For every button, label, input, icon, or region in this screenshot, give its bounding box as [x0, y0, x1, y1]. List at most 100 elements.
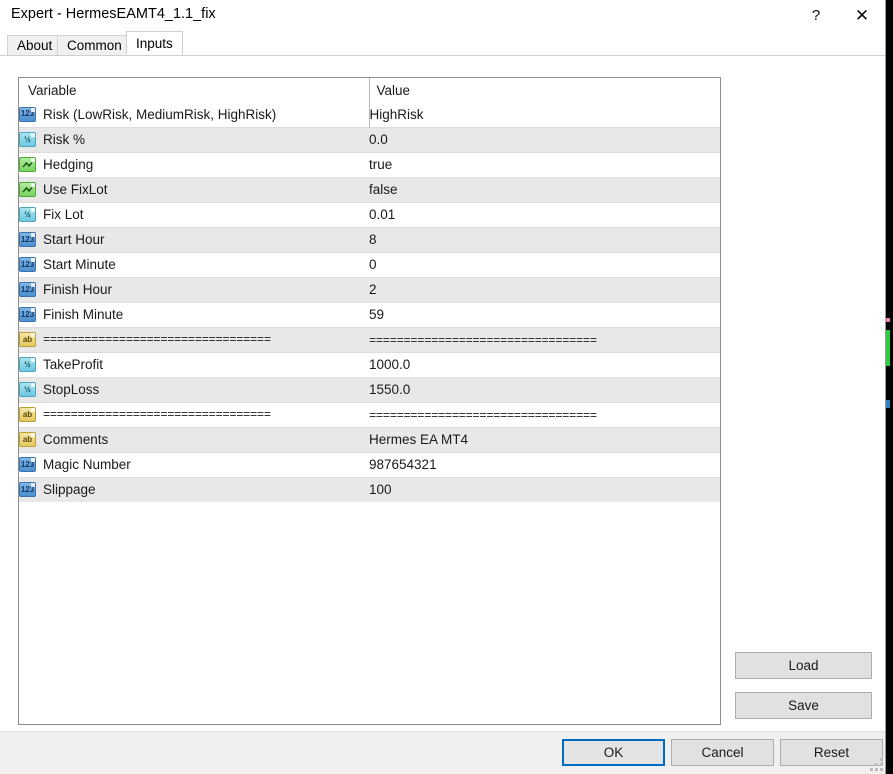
bool-icon: [19, 182, 36, 197]
help-icon[interactable]: ?: [793, 0, 839, 31]
save-button[interactable]: Save: [735, 692, 872, 719]
chart-pixel-blue: [886, 400, 890, 408]
tab-common[interactable]: Common: [57, 35, 132, 55]
int-icon: 123: [19, 282, 36, 297]
table-row[interactable]: 123 Start Hour 8: [19, 227, 720, 252]
reset-button[interactable]: Reset: [780, 739, 883, 766]
variable-cell[interactable]: abComments: [19, 427, 369, 452]
close-icon[interactable]: ✕: [839, 0, 885, 31]
resize-grip[interactable]: [870, 758, 883, 771]
value-cell[interactable]: 0.0: [369, 127, 720, 152]
value-text: 1000.0: [369, 357, 410, 372]
value-cell[interactable]: true: [369, 152, 720, 177]
value-cell[interactable]: 987654321: [369, 452, 720, 477]
table-row[interactable]: 123Magic Number987654321: [19, 452, 720, 477]
table-row[interactable]: ½Risk %0.0: [19, 127, 720, 152]
cancel-button[interactable]: Cancel: [671, 739, 774, 766]
variable-name: Finish Minute: [43, 307, 123, 322]
value-cell[interactable]: 1000.0: [369, 352, 720, 377]
value-text: 0.01: [369, 207, 395, 222]
int-icon: 123: [19, 232, 36, 247]
value-text: true: [369, 157, 392, 172]
variable-cell[interactable]: 123 Start Hour: [19, 227, 369, 252]
value-text: 2: [369, 282, 377, 297]
variable-cell[interactable]: 123Finish Hour: [19, 277, 369, 302]
table-row[interactable]: ½ StopLoss 1550.0: [19, 377, 720, 402]
variable-name: Fix Lot: [43, 207, 84, 222]
chart-pixel-pink: [886, 318, 890, 322]
table-row[interactable]: ½TakeProfit1000.0: [19, 352, 720, 377]
value-cell[interactable]: =================================: [369, 402, 720, 427]
value-text: =================================: [369, 409, 597, 423]
table-row[interactable]: 123Risk (LowRisk, MediumRisk, HighRisk)H…: [19, 102, 720, 127]
double-icon: ½: [19, 357, 36, 372]
variable-name: StopLoss: [43, 382, 99, 397]
table-row[interactable]: ab======================================…: [19, 327, 720, 352]
table-row[interactable]: ab ================================= =====…: [19, 402, 720, 427]
value-text: HighRisk: [370, 107, 424, 122]
value-cell[interactable]: 2: [369, 277, 720, 302]
value-text: Hermes EA MT4: [369, 432, 468, 447]
variable-cell[interactable]: ½Fix Lot: [19, 202, 369, 227]
variable-name: Hedging: [43, 157, 93, 172]
variable-cell[interactable]: 123Risk (LowRisk, MediumRisk, HighRisk): [19, 102, 369, 127]
value-cell[interactable]: 1550.0: [369, 377, 720, 402]
title-bar: Expert - HermesEAMT4_1.1_fix ? ✕: [0, 0, 885, 31]
variable-cell[interactable]: ½TakeProfit: [19, 352, 369, 377]
inputs-table: Variable Value 123Risk (LowRisk, MediumR…: [19, 78, 720, 502]
variable-cell[interactable]: ab =================================: [19, 402, 369, 427]
value-text: 987654321: [369, 457, 437, 472]
ok-button[interactable]: OK: [562, 739, 665, 766]
table-row[interactable]: 123Finish Hour2: [19, 277, 720, 302]
value-cell[interactable]: 8: [369, 227, 720, 252]
value-cell[interactable]: false: [369, 177, 720, 202]
table-row[interactable]: 123 Slippage 100: [19, 477, 720, 502]
variable-cell[interactable]: ½ StopLoss: [19, 377, 369, 402]
int-icon: 123: [19, 257, 36, 272]
value-cell[interactable]: HighRisk: [369, 102, 720, 127]
table-row[interactable]: Hedging true: [19, 152, 720, 177]
expert-properties-dialog: Expert - HermesEAMT4_1.1_fix ? ✕ About C…: [0, 0, 886, 774]
variable-cell[interactable]: ab=================================: [19, 327, 369, 352]
variable-cell[interactable]: ½Risk %: [19, 127, 369, 152]
variable-cell[interactable]: 123Magic Number: [19, 452, 369, 477]
variable-cell[interactable]: Hedging: [19, 152, 369, 177]
value-cell[interactable]: 59: [369, 302, 720, 327]
value-text: 100: [369, 482, 392, 497]
variable-name: Use FixLot: [43, 182, 108, 197]
variable-cell[interactable]: 123 Start Minute: [19, 252, 369, 277]
value-cell[interactable]: 0.01: [369, 202, 720, 227]
variable-cell[interactable]: 123 Slippage: [19, 477, 369, 502]
table-row[interactable]: 123Finish Minute59: [19, 302, 720, 327]
value-text: 8: [369, 232, 377, 247]
tab-inputs[interactable]: Inputs: [126, 31, 183, 55]
column-header-value: Value: [369, 78, 720, 102]
double-icon: ½: [19, 382, 36, 397]
table-row[interactable]: 123 Start Minute 0: [19, 252, 720, 277]
variable-name: Start Hour: [43, 232, 105, 247]
variable-name: Slippage: [43, 482, 96, 497]
value-cell[interactable]: 0: [369, 252, 720, 277]
load-button[interactable]: Load: [735, 652, 872, 679]
value-cell[interactable]: Hermes EA MT4: [369, 427, 720, 452]
int-icon: 123: [19, 107, 36, 122]
chart-pixel-green: [886, 330, 890, 366]
tab-strip: About Common Inputs: [7, 31, 885, 55]
value-text: 1550.0: [369, 382, 410, 397]
tab-about[interactable]: About: [7, 35, 62, 55]
value-cell[interactable]: 100: [369, 477, 720, 502]
string-icon: ab: [19, 407, 36, 422]
variable-name: Start Minute: [43, 257, 116, 272]
variable-name: Magic Number: [43, 457, 131, 472]
int-icon: 123: [19, 482, 36, 497]
variable-name: =================================: [43, 408, 271, 422]
table-row[interactable]: abCommentsHermes EA MT4: [19, 427, 720, 452]
variable-cell[interactable]: 123Finish Minute: [19, 302, 369, 327]
value-cell[interactable]: =================================: [369, 327, 720, 352]
table-header-row: Variable Value: [19, 78, 720, 102]
window-title: Expert - HermesEAMT4_1.1_fix: [11, 6, 216, 22]
variable-cell[interactable]: Use FixLot: [19, 177, 369, 202]
table-row[interactable]: ½Fix Lot0.01: [19, 202, 720, 227]
table-row[interactable]: Use FixLot false: [19, 177, 720, 202]
value-text: 0.0: [369, 132, 388, 147]
